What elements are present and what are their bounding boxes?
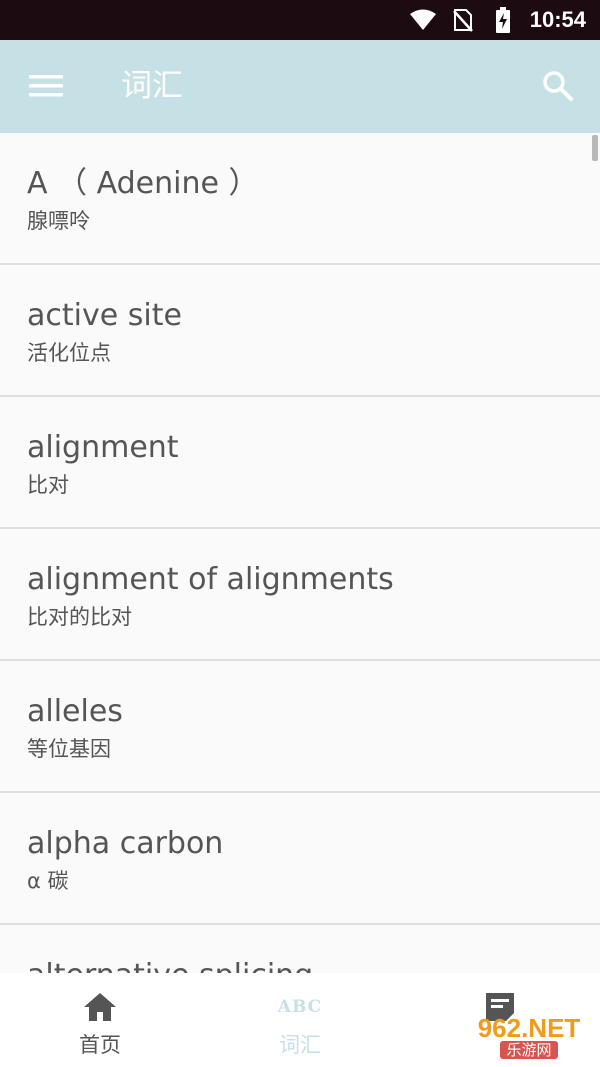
hamburger-menu-icon[interactable]	[24, 68, 68, 104]
term-text: alignment	[27, 430, 179, 465]
no-sim-icon	[450, 7, 476, 33]
term-text: alignment of alignments	[27, 562, 394, 597]
meaning-text: 等位基因	[27, 737, 111, 761]
nav-home[interactable]: 首页	[0, 973, 200, 1067]
home-icon	[80, 989, 120, 1025]
term-text: A （ Adenine ）	[27, 166, 259, 201]
list-item[interactable]: alignment 比对	[0, 397, 600, 529]
abc-icon: ABC	[277, 997, 323, 1017]
list-item[interactable]: active site 活化位点	[0, 265, 600, 397]
page-title: 词汇	[121, 68, 183, 104]
meaning-text: α 碳	[27, 869, 69, 893]
watermark-logo: 962.NET 乐游网	[477, 1013, 581, 1059]
app-bar: 词汇	[0, 40, 600, 133]
status-bar: 10:54	[0, 0, 600, 40]
list-item[interactable]: alpha carbon α 碳	[0, 793, 600, 925]
meaning-text: 比对	[27, 473, 69, 497]
battery-charging-icon	[490, 7, 516, 33]
list-item[interactable]: alignment of alignments 比对的比对	[0, 529, 600, 661]
wifi-icon	[409, 7, 436, 33]
term-text: alpha carbon	[27, 826, 224, 861]
list-item[interactable]: A （ Adenine ） 腺嘌呤	[0, 133, 600, 265]
list-item[interactable]: alleles 等位基因	[0, 661, 600, 793]
nav-vocabulary[interactable]: ABC 词汇	[200, 973, 400, 1067]
meaning-text: 活化位点	[27, 341, 111, 365]
nav-label: 词汇	[279, 1033, 321, 1057]
meaning-text: 腺嘌呤	[27, 209, 90, 233]
term-text: alternative splicing	[27, 957, 313, 973]
search-icon[interactable]	[538, 66, 578, 106]
vocabulary-list[interactable]: A （ Adenine ） 腺嘌呤 active site 活化位点 align…	[0, 133, 600, 973]
term-text: active site	[27, 298, 182, 333]
scrollbar[interactable]	[592, 135, 598, 161]
clock: 10:54	[529, 7, 586, 32]
meaning-text: 比对的比对	[27, 605, 132, 629]
list-item[interactable]: alternative splicing	[0, 925, 600, 973]
term-text: alleles	[27, 694, 123, 729]
nav-label: 首页	[79, 1033, 121, 1057]
